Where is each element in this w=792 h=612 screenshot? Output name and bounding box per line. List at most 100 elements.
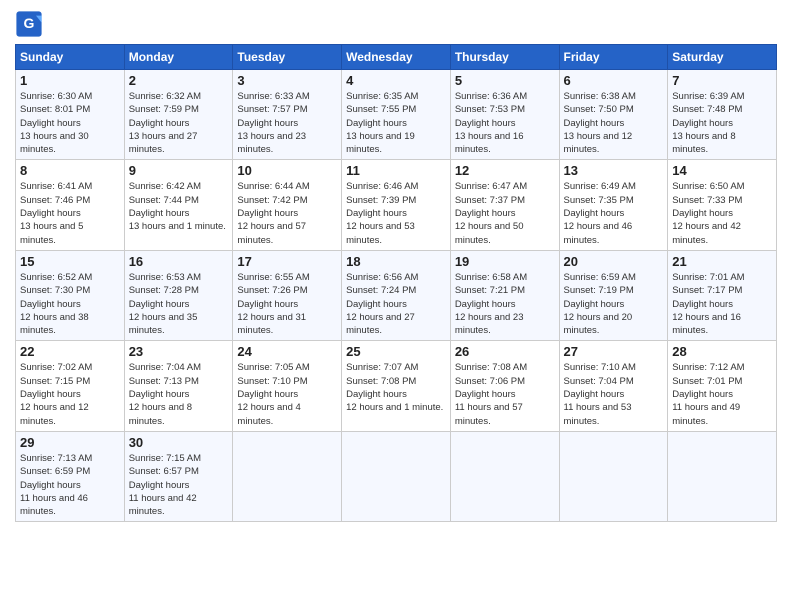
calendar-cell: 8 Sunrise: 6:41 AMSunset: 7:46 PMDaylight… <box>16 160 125 250</box>
day-info: Sunrise: 6:55 AMSunset: 7:26 PMDaylight … <box>237 271 337 337</box>
day-number: 7 <box>672 73 772 88</box>
calendar-cell: 16 Sunrise: 6:53 AMSunset: 7:28 PMDayligh… <box>124 250 233 340</box>
day-number: 5 <box>455 73 555 88</box>
weekday-header-wednesday: Wednesday <box>342 45 451 70</box>
day-info: Sunrise: 7:12 AMSunset: 7:01 PMDaylight … <box>672 361 772 427</box>
calendar-cell: 21 Sunrise: 7:01 AMSunset: 7:17 PMDayligh… <box>668 250 777 340</box>
calendar-cell: 20 Sunrise: 6:59 AMSunset: 7:19 PMDayligh… <box>559 250 668 340</box>
day-info: Sunrise: 6:35 AMSunset: 7:55 PMDaylight … <box>346 90 446 156</box>
day-number: 15 <box>20 254 120 269</box>
day-info: Sunrise: 6:32 AMSunset: 7:59 PMDaylight … <box>129 90 229 156</box>
calendar-cell: 5Sunrise: 6:36 AMSunset: 7:53 PMDaylight… <box>450 70 559 160</box>
day-number: 16 <box>129 254 229 269</box>
day-number: 13 <box>564 163 664 178</box>
week-row-3: 15 Sunrise: 6:52 AMSunset: 7:30 PMDayligh… <box>16 250 777 340</box>
day-number: 2 <box>129 73 229 88</box>
day-number: 8 <box>20 163 120 178</box>
calendar-cell: 12 Sunrise: 6:47 AMSunset: 7:37 PMDayligh… <box>450 160 559 250</box>
calendar-cell: 6 Sunrise: 6:38 AMSunset: 7:50 PMDaylight… <box>559 70 668 160</box>
day-info: Sunrise: 6:39 AMSunset: 7:48 PMDaylight … <box>672 90 772 156</box>
calendar-cell: 26Sunrise: 7:08 AMSunset: 7:06 PMDayligh… <box>450 341 559 431</box>
day-number: 19 <box>455 254 555 269</box>
calendar-table: SundayMondayTuesdayWednesdayThursdayFrid… <box>15 44 777 522</box>
calendar-cell: 23Sunrise: 7:04 AMSunset: 7:13 PMDayligh… <box>124 341 233 431</box>
day-info: Sunrise: 7:07 AMSunset: 7:08 PMDaylight … <box>346 361 446 414</box>
day-number: 20 <box>564 254 664 269</box>
day-number: 10 <box>237 163 337 178</box>
day-number: 25 <box>346 344 446 359</box>
logo-icon: G <box>15 10 43 38</box>
day-number: 14 <box>672 163 772 178</box>
day-number: 21 <box>672 254 772 269</box>
calendar-cell: 4 Sunrise: 6:35 AMSunset: 7:55 PMDaylight… <box>342 70 451 160</box>
week-row-2: 8 Sunrise: 6:41 AMSunset: 7:46 PMDaylight… <box>16 160 777 250</box>
calendar-cell: 29Sunrise: 7:13 AMSunset: 6:59 PMDayligh… <box>16 431 125 521</box>
calendar-cell: 27 Sunrise: 7:10 AMSunset: 7:04 PMDayligh… <box>559 341 668 431</box>
calendar-cell: 18 Sunrise: 6:56 AMSunset: 7:24 PMDayligh… <box>342 250 451 340</box>
day-number: 18 <box>346 254 446 269</box>
day-info: Sunrise: 7:08 AMSunset: 7:06 PMDaylight … <box>455 361 555 427</box>
weekday-header-row: SundayMondayTuesdayWednesdayThursdayFrid… <box>16 45 777 70</box>
day-number: 28 <box>672 344 772 359</box>
day-info: Sunrise: 6:58 AMSunset: 7:21 PMDaylight … <box>455 271 555 337</box>
day-info: Sunrise: 6:49 AMSunset: 7:35 PMDaylight … <box>564 180 664 246</box>
day-info: Sunrise: 6:33 AMSunset: 7:57 PMDaylight … <box>237 90 337 156</box>
calendar-cell: 7 Sunrise: 6:39 AMSunset: 7:48 PMDaylight… <box>668 70 777 160</box>
week-row-4: 22 Sunrise: 7:02 AMSunset: 7:15 PMDayligh… <box>16 341 777 431</box>
day-info: Sunrise: 6:46 AMSunset: 7:39 PMDaylight … <box>346 180 446 246</box>
day-number: 27 <box>564 344 664 359</box>
day-info: Sunrise: 6:53 AMSunset: 7:28 PMDaylight … <box>129 271 229 337</box>
weekday-header-friday: Friday <box>559 45 668 70</box>
calendar-cell: 17 Sunrise: 6:55 AMSunset: 7:26 PMDayligh… <box>233 250 342 340</box>
day-number: 22 <box>20 344 120 359</box>
calendar-cell: 13 Sunrise: 6:49 AMSunset: 7:35 PMDayligh… <box>559 160 668 250</box>
svg-text:G: G <box>24 15 35 31</box>
calendar-cell: 24Sunrise: 7:05 AMSunset: 7:10 PMDayligh… <box>233 341 342 431</box>
day-number: 9 <box>129 163 229 178</box>
day-info: Sunrise: 6:42 AMSunset: 7:44 PMDaylight … <box>129 180 229 233</box>
calendar-cell: 10 Sunrise: 6:44 AMSunset: 7:42 PMDayligh… <box>233 160 342 250</box>
day-info: Sunrise: 7:01 AMSunset: 7:17 PMDaylight … <box>672 271 772 337</box>
day-info: Sunrise: 6:52 AMSunset: 7:30 PMDaylight … <box>20 271 120 337</box>
day-info: Sunrise: 6:30 AMSunset: 8:01 PMDaylight … <box>20 90 120 156</box>
calendar-cell <box>233 431 342 521</box>
logo: G <box>15 10 47 38</box>
weekday-header-thursday: Thursday <box>450 45 559 70</box>
week-row-5: 29Sunrise: 7:13 AMSunset: 6:59 PMDayligh… <box>16 431 777 521</box>
day-info: Sunrise: 6:44 AMSunset: 7:42 PMDaylight … <box>237 180 337 246</box>
day-number: 17 <box>237 254 337 269</box>
day-info: Sunrise: 7:10 AMSunset: 7:04 PMDaylight … <box>564 361 664 427</box>
day-info: Sunrise: 6:38 AMSunset: 7:50 PMDaylight … <box>564 90 664 156</box>
day-info: Sunrise: 6:47 AMSunset: 7:37 PMDaylight … <box>455 180 555 246</box>
day-info: Sunrise: 7:05 AMSunset: 7:10 PMDaylight … <box>237 361 337 427</box>
weekday-header-monday: Monday <box>124 45 233 70</box>
day-info: Sunrise: 7:13 AMSunset: 6:59 PMDaylight … <box>20 452 120 518</box>
calendar-cell <box>450 431 559 521</box>
day-info: Sunrise: 6:50 AMSunset: 7:33 PMDaylight … <box>672 180 772 246</box>
calendar-cell: 2 Sunrise: 6:32 AMSunset: 7:59 PMDaylight… <box>124 70 233 160</box>
day-number: 6 <box>564 73 664 88</box>
day-number: 30 <box>129 435 229 450</box>
day-number: 11 <box>346 163 446 178</box>
day-number: 1 <box>20 73 120 88</box>
calendar-cell <box>668 431 777 521</box>
page-container: G SundayMondayTuesdayWednesdayThursdayFr… <box>0 0 792 532</box>
day-number: 12 <box>455 163 555 178</box>
weekday-header-sunday: Sunday <box>16 45 125 70</box>
day-number: 4 <box>346 73 446 88</box>
day-number: 3 <box>237 73 337 88</box>
day-info: Sunrise: 6:41 AMSunset: 7:46 PMDaylight … <box>20 180 120 246</box>
calendar-cell: 19 Sunrise: 6:58 AMSunset: 7:21 PMDayligh… <box>450 250 559 340</box>
calendar-cell: 22 Sunrise: 7:02 AMSunset: 7:15 PMDayligh… <box>16 341 125 431</box>
calendar-cell: 28 Sunrise: 7:12 AMSunset: 7:01 PMDayligh… <box>668 341 777 431</box>
calendar-cell: 15 Sunrise: 6:52 AMSunset: 7:30 PMDayligh… <box>16 250 125 340</box>
day-info: Sunrise: 7:04 AMSunset: 7:13 PMDaylight … <box>129 361 229 427</box>
calendar-cell: 1 Sunrise: 6:30 AMSunset: 8:01 PMDaylight… <box>16 70 125 160</box>
day-info: Sunrise: 6:56 AMSunset: 7:24 PMDaylight … <box>346 271 446 337</box>
day-info: Sunrise: 6:59 AMSunset: 7:19 PMDaylight … <box>564 271 664 337</box>
day-info: Sunrise: 7:15 AMSunset: 6:57 PMDaylight … <box>129 452 229 518</box>
calendar-cell: 9 Sunrise: 6:42 AMSunset: 7:44 PMDaylight… <box>124 160 233 250</box>
calendar-cell: 25 Sunrise: 7:07 AMSunset: 7:08 PMDayligh… <box>342 341 451 431</box>
calendar-cell: 11 Sunrise: 6:46 AMSunset: 7:39 PMDayligh… <box>342 160 451 250</box>
day-info: Sunrise: 7:02 AMSunset: 7:15 PMDaylight … <box>20 361 120 427</box>
